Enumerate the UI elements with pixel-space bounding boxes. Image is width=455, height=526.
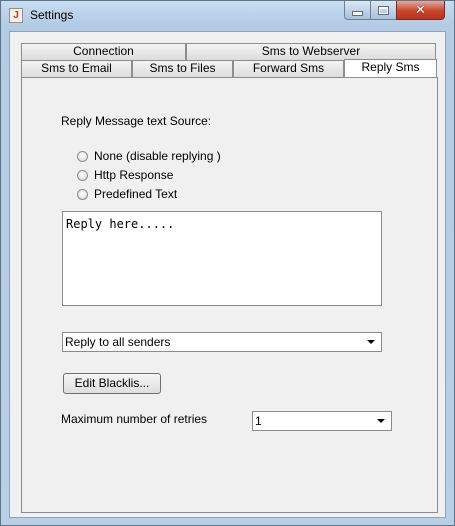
radio-http-response-label: Http Response	[94, 168, 174, 182]
reply-sms-panel: Reply Message text Source: None (disable…	[21, 77, 438, 513]
tab-sms-to-files[interactable]: Sms to Files	[132, 60, 233, 77]
title-bar[interactable]: J Settings ✕	[1, 1, 454, 29]
reply-text-area[interactable]: Reply here.....	[62, 211, 382, 306]
settings-window: J Settings ✕ Connection Sms to Webserver…	[0, 0, 455, 526]
radio-none[interactable]: None (disable replying )	[77, 148, 221, 164]
radio-button[interactable]	[77, 150, 88, 162]
max-retries-value: 1	[255, 414, 262, 428]
tab-sms-to-email[interactable]: Sms to Email	[21, 60, 132, 77]
reply-source-label: Reply Message text Source:	[61, 114, 212, 128]
minimize-button[interactable]	[344, 1, 371, 20]
close-button[interactable]: ✕	[396, 1, 445, 20]
close-icon: ✕	[415, 2, 426, 17]
maximize-icon	[378, 5, 389, 15]
tab-reply-sms[interactable]: Reply Sms	[344, 59, 437, 77]
tab-sms-to-webserver[interactable]: Sms to Webserver	[186, 43, 436, 60]
radio-predefined-text-label: Predefined Text	[94, 187, 178, 201]
edit-blacklist-button[interactable]: Edit Blacklis...	[63, 373, 161, 394]
chevron-down-icon	[367, 340, 375, 344]
max-retries-label: Maximum number of retries	[61, 412, 208, 426]
tab-connection[interactable]: Connection	[21, 43, 186, 60]
reply-recipients-value: Reply to all senders	[65, 335, 171, 349]
radio-http-response[interactable]: Http Response	[77, 167, 173, 183]
radio-button[interactable]	[77, 188, 88, 200]
reply-recipients-dropdown[interactable]: Reply to all senders	[62, 332, 382, 352]
java-icon: J	[9, 8, 23, 23]
radio-button[interactable]	[77, 169, 88, 181]
radio-none-label: None (disable replying )	[94, 149, 221, 163]
maximize-button[interactable]	[370, 1, 397, 20]
max-retries-dropdown[interactable]: 1	[252, 411, 392, 431]
settings-content: Connection Sms to Webserver Sms to Email…	[9, 31, 446, 518]
tab-forward-sms[interactable]: Forward Sms	[233, 60, 344, 77]
minimize-icon	[352, 10, 363, 16]
window-title: Settings	[30, 8, 74, 22]
chevron-down-icon	[377, 419, 385, 423]
radio-predefined-text[interactable]: Predefined Text	[77, 186, 177, 202]
